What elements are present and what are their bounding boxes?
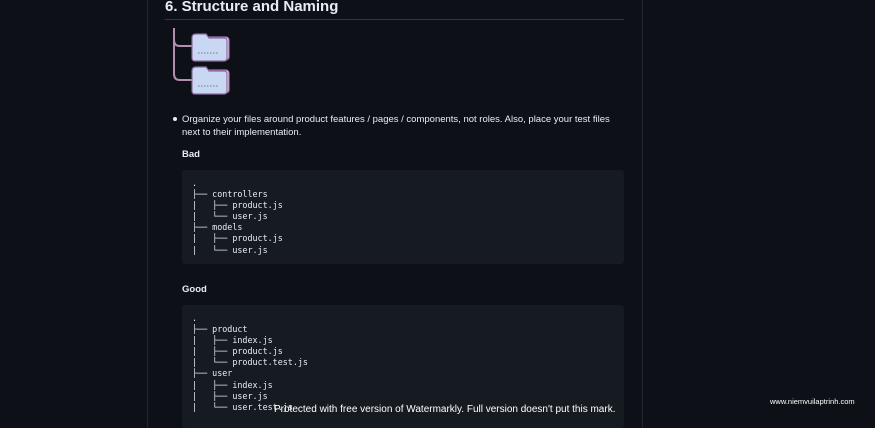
folder-tree-icon [173,28,230,95]
bullet-text: Organize your files around product featu… [182,114,610,138]
code-line: . [192,313,198,323]
heading-divider [165,19,624,20]
watermark-text: Protected with free version of Watermark… [274,404,616,415]
code-line: . [192,178,198,188]
code-line: | ├── product.js [192,233,283,244]
folder-icon [191,66,230,95]
code-line: | ├── index.js [192,335,273,346]
article-page: 6. Structure and Naming Organize your fi… [0,0,875,428]
folder-icon [191,33,230,62]
code-line: ├── product [192,324,248,335]
code-line: | ├── index.js [192,379,273,390]
code-line: | ├── product.js [192,346,283,357]
code-line: | ├── user.js [192,390,268,401]
code-line: ├── user [192,368,233,379]
code-line: | └── user.js [192,244,268,255]
code-line: | └── user.js [192,211,268,222]
code-line: | ├── product.js [192,200,283,211]
bad-label: Bad [182,149,200,160]
good-label: Good [182,284,207,295]
code-line: ├── controllers [192,189,268,200]
site-watermark: www.niemvuilaptrinh.com [770,397,855,406]
code-line: | └── product.test.js [192,357,308,368]
section-heading: 6. Structure and Naming [165,0,339,15]
bullet-marker [173,117,177,121]
code-line: ├── models [192,222,243,233]
bad-code-block: . ├── controllers | ├── product.js | └──… [182,170,624,264]
